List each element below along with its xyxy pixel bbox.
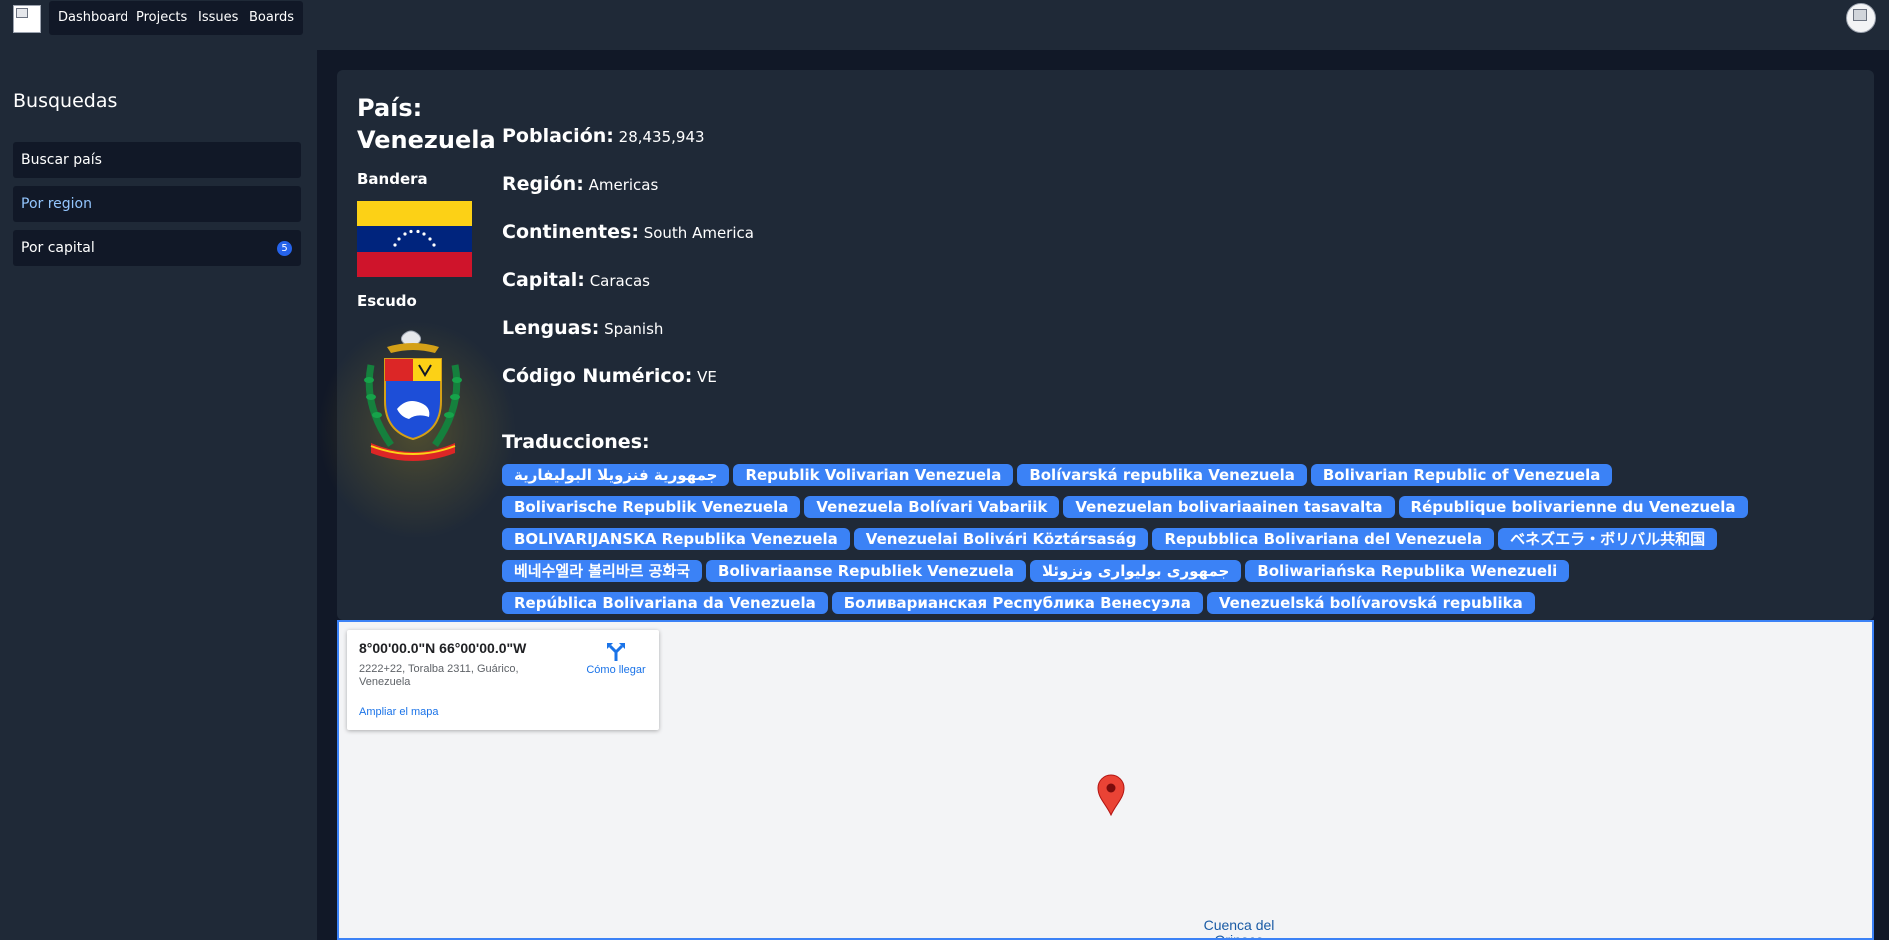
translation-pill[interactable]: République bolivarienne du Venezuela <box>1398 496 1748 518</box>
user-avatar[interactable] <box>1846 3 1876 33</box>
map-pin-icon[interactable] <box>1096 774 1126 816</box>
enlarge-map-link[interactable]: Ampliar el mapa <box>359 706 438 718</box>
nav-projects-button[interactable]: Projects <box>127 1 197 35</box>
sidebar: Busquedas Buscar país Por region Por cap… <box>0 50 317 940</box>
translation-pill[interactable]: جمهورية فنزويلا البوليفارية <box>502 464 730 486</box>
translation-pill[interactable]: 베네수엘라 볼리바르 공화국 <box>502 560 703 582</box>
sidebar-item-label: Por capital <box>21 240 95 256</box>
info-label: Continentes: <box>502 221 639 243</box>
translation-pill[interactable]: Bolivariaanse Republiek Venezuela <box>706 560 1026 582</box>
translation-pill[interactable]: Bolivarische Republik Venezuela <box>502 496 801 518</box>
info-numeric-code: Código Numérico: VE <box>502 365 717 387</box>
translation-pill[interactable]: BOLIVARIJANSKA Republika Venezuela <box>502 528 850 550</box>
info-value: Spanish <box>604 320 664 338</box>
translation-pill[interactable]: Republik Volivarian Venezuela <box>733 464 1014 486</box>
translations-title: Traducciones: <box>502 431 650 453</box>
info-label: Región: <box>502 173 584 195</box>
sidebar-item-label: Por region <box>21 196 92 212</box>
nav-issues-button[interactable]: Issues <box>189 1 248 35</box>
translation-pill[interactable]: Venezuela Bolívari Vabariik <box>804 496 1060 518</box>
sidebar-item-buscar-pais[interactable]: Buscar país <box>13 142 301 178</box>
map-embed[interactable]: 8°00'00.0"N 66°00'00.0"W 2222+22, Toralb… <box>337 620 1874 940</box>
map-info-card: 8°00'00.0"N 66°00'00.0"W 2222+22, Toralb… <box>347 630 659 730</box>
map-address: 2222+22, Toralba 2311, Guárico, Venezuel… <box>359 663 519 688</box>
translation-pill[interactable]: Repubblica Bolivariana del Venezuela <box>1152 528 1495 550</box>
directions-icon <box>607 643 625 661</box>
translation-pill[interactable]: Venezuelai Bolivári Köztársaság <box>853 528 1149 550</box>
venezuela-flag-icon <box>357 201 472 277</box>
sidebar-item-label: Buscar país <box>21 152 102 168</box>
page-title: País: Venezuela <box>357 94 496 154</box>
translation-pill[interactable]: Боливарианская Республика Венесуэла <box>831 592 1203 614</box>
sidebar-title: Busquedas <box>13 90 118 112</box>
map-coordinates: 8°00'00.0"N 66°00'00.0"W <box>359 640 527 656</box>
flag-stars-icon <box>393 230 436 247</box>
flag-label: Bandera <box>357 170 428 188</box>
coat-of-arms-icon <box>364 330 462 461</box>
info-region: Región: Americas <box>502 173 658 195</box>
top-navbar: Dashboard Projects Issues Boards <box>0 0 1889 50</box>
nav-dashboard-button[interactable]: Dashboard <box>49 1 138 35</box>
info-population: Población: 28,435,943 <box>502 125 705 147</box>
sidebar-item-por-capital[interactable]: Por capital 5 <box>13 230 301 266</box>
info-languages: Lenguas: Spanish <box>502 317 663 339</box>
info-label: Población: <box>502 125 614 147</box>
translation-pill[interactable]: Bolívarská republika Venezuela <box>1017 464 1307 486</box>
info-value: Americas <box>588 176 659 194</box>
logo-image-icon[interactable] <box>13 5 41 33</box>
info-capital: Capital: Caracas <box>502 269 650 291</box>
map-place-label: Cuenca del Orinoco <box>1203 917 1275 940</box>
directions-label: Cómo llegar <box>586 664 646 676</box>
count-badge: 5 <box>277 241 292 256</box>
nav-boards-button[interactable]: Boards <box>240 1 303 35</box>
translation-pill[interactable]: Bolivarian Republic of Venezuela <box>1310 464 1613 486</box>
coat-of-arms-label: Escudo <box>357 292 417 310</box>
info-value: South America <box>643 224 754 242</box>
translation-pill[interactable]: República Bolivariana da Venezuela <box>502 592 828 614</box>
translation-pill[interactable]: جمهوری بولیواری ونزوئلا <box>1029 560 1242 582</box>
translation-pill[interactable]: Venezuelská bolívarovská republika <box>1206 592 1535 614</box>
info-value: 28,435,943 <box>618 128 705 146</box>
translation-pill[interactable]: Venezuelan bolivariaainen tasavalta <box>1063 496 1395 518</box>
info-value: Caracas <box>589 272 650 290</box>
directions-button[interactable]: Cómo llegar <box>577 640 655 676</box>
main-content: País: Venezuela Bandera Escudo Población… <box>317 50 1889 940</box>
sidebar-item-por-region[interactable]: Por region <box>13 186 301 222</box>
info-continents: Continentes: South America <box>502 221 754 243</box>
info-label: Capital: <box>502 269 585 291</box>
info-label: Lenguas: <box>502 317 600 339</box>
country-card: País: Venezuela Bandera Escudo Población… <box>317 70 1874 678</box>
translation-pill[interactable]: Boliwariańska Republika Wenezueli <box>1245 560 1570 582</box>
translation-pill[interactable]: ベネズエラ・ボリバル共和国 <box>1498 528 1718 550</box>
info-label: Código Numérico: <box>502 365 693 387</box>
info-value: VE <box>697 368 717 386</box>
